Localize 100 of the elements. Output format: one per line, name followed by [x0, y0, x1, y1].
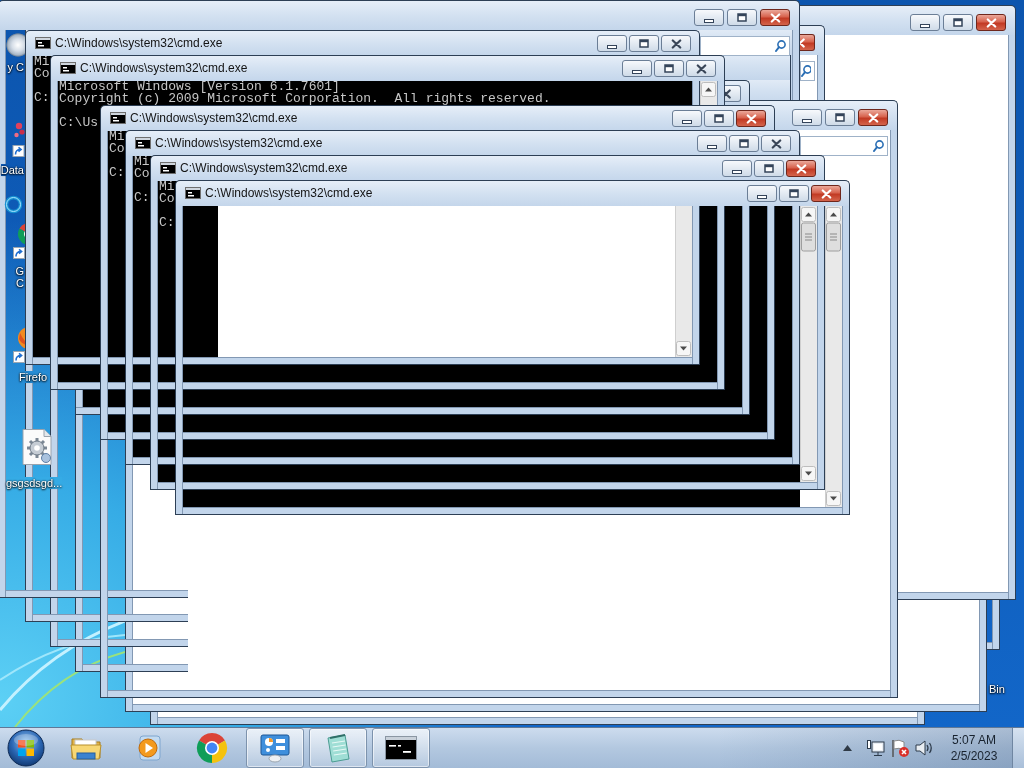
maximize-button[interactable]: [727, 9, 757, 26]
close-icon: [800, 37, 806, 48]
minimize-icon: [732, 169, 742, 174]
minimize-button[interactable]: [597, 35, 627, 52]
search-icon: [775, 40, 786, 52]
console-line: Co: [159, 193, 175, 205]
close-button[interactable]: [686, 60, 716, 77]
network-icon[interactable]: [866, 739, 886, 757]
console-line: Co: [134, 168, 150, 180]
maximize-button[interactable]: [629, 35, 659, 52]
maximize-button[interactable]: [825, 109, 855, 126]
console-line: C:: [34, 92, 50, 104]
minimize-icon: [632, 69, 642, 74]
shortcut-icon[interactable]: [12, 120, 25, 158]
maximize-icon: [739, 139, 749, 148]
close-button[interactable]: [761, 135, 791, 152]
minimize-button[interactable]: [622, 60, 652, 77]
close-button[interactable]: [760, 9, 790, 26]
console-icon: [60, 62, 76, 74]
close-button[interactable]: [736, 110, 766, 127]
minimize-icon: [757, 194, 767, 199]
minimize-button[interactable]: [722, 160, 752, 177]
console-icon: [160, 162, 176, 174]
close-button[interactable]: [811, 185, 841, 202]
icon-label[interactable]: Firefo: [19, 371, 48, 383]
close-button[interactable]: [800, 34, 815, 51]
close-icon: [670, 38, 682, 49]
close-button[interactable]: [725, 85, 741, 102]
close-icon: [795, 163, 807, 174]
close-button[interactable]: [976, 14, 1006, 31]
window-title: C:\Windows\system32\cmd.exe: [80, 61, 248, 75]
taskbar-button[interactable]: [372, 728, 430, 768]
maximize-button[interactable]: [779, 185, 809, 202]
minimize-icon: [682, 119, 692, 124]
maximize-icon: [737, 13, 747, 22]
flag-icon[interactable]: [890, 738, 910, 758]
minimize-button[interactable]: [747, 185, 777, 202]
minimize-icon: [704, 18, 714, 23]
maximize-icon: [664, 64, 674, 73]
notepad-icon: [324, 732, 352, 764]
console-line: C:: [159, 217, 175, 229]
console-line: Microsoft Windows [Version 6.1.7601]: [59, 81, 340, 93]
console-line: C:: [109, 167, 125, 179]
scrollbar[interactable]: [800, 206, 817, 482]
maximize-button[interactable]: [654, 60, 684, 77]
caret-icon[interactable]: [843, 745, 852, 751]
search-icon: [801, 65, 811, 77]
icon-label[interactable]: y C: [7, 61, 24, 73]
icon-label[interactable]: Data: [0, 164, 24, 176]
clock-button[interactable]: 5:07 AM 2/5/2023: [942, 732, 1006, 764]
close-button[interactable]: [786, 160, 816, 177]
window-title: C:\Windows\system32\cmd.exe: [130, 111, 298, 125]
ring-icon[interactable]: [4, 195, 23, 214]
console-line: Co: [109, 143, 125, 155]
close-icon: [769, 12, 781, 23]
minimize-icon: [802, 118, 812, 123]
minimize-button[interactable]: [672, 110, 702, 127]
console-line: Mi: [109, 131, 125, 143]
console-icon: [35, 37, 51, 49]
icon-label[interactable]: Bin: [989, 683, 1005, 695]
window-title: C:\Windows\system32\cmd.exe: [155, 136, 323, 150]
close-icon: [867, 112, 879, 123]
console-line: Co: [34, 68, 50, 80]
scrollbar[interactable]: [675, 205, 692, 357]
close-icon: [725, 88, 732, 99]
console-line: Mi: [159, 181, 175, 193]
maximize-icon: [764, 164, 774, 173]
console-line: Copyright (c) 2009 Microsoft Corporation. All rights reserved.: [59, 93, 551, 105]
show-desktop-button[interactable]: [1012, 728, 1024, 768]
minimize-button[interactable]: [697, 135, 727, 152]
scrollbar[interactable]: [700, 81, 717, 105]
console-icon: [110, 112, 126, 124]
maximize-button[interactable]: [729, 135, 759, 152]
maximize-button[interactable]: [704, 110, 734, 127]
minimize-button[interactable]: [694, 9, 724, 26]
minimize-button[interactable]: [792, 109, 822, 126]
console-icon: [135, 137, 151, 149]
back-button[interactable]: [6, 33, 25, 57]
maximize-icon: [714, 114, 724, 123]
maximize-icon: [953, 18, 963, 27]
minimize-icon: [920, 23, 930, 28]
speaker-icon[interactable]: [914, 739, 934, 757]
search-field[interactable]: [800, 61, 815, 81]
icon-label[interactable]: G: [15, 265, 24, 277]
close-button[interactable]: [858, 109, 888, 126]
maximize-icon: [639, 39, 649, 48]
search-field[interactable]: [800, 136, 888, 156]
scrollbar[interactable]: [825, 206, 842, 507]
maximize-button[interactable]: [754, 160, 784, 177]
close-icon: [745, 113, 757, 124]
console-icon: [185, 187, 201, 199]
console-line: Mi: [134, 156, 150, 168]
maximize-button[interactable]: [943, 14, 973, 31]
close-icon: [695, 63, 707, 74]
icon-label[interactable]: C: [16, 277, 24, 289]
maximize-icon: [835, 113, 845, 122]
minimize-button[interactable]: [910, 14, 940, 31]
window-title: C:\Windows\system32\cmd.exe: [205, 186, 373, 200]
close-button[interactable]: [661, 35, 691, 52]
search-field[interactable]: [700, 36, 790, 56]
